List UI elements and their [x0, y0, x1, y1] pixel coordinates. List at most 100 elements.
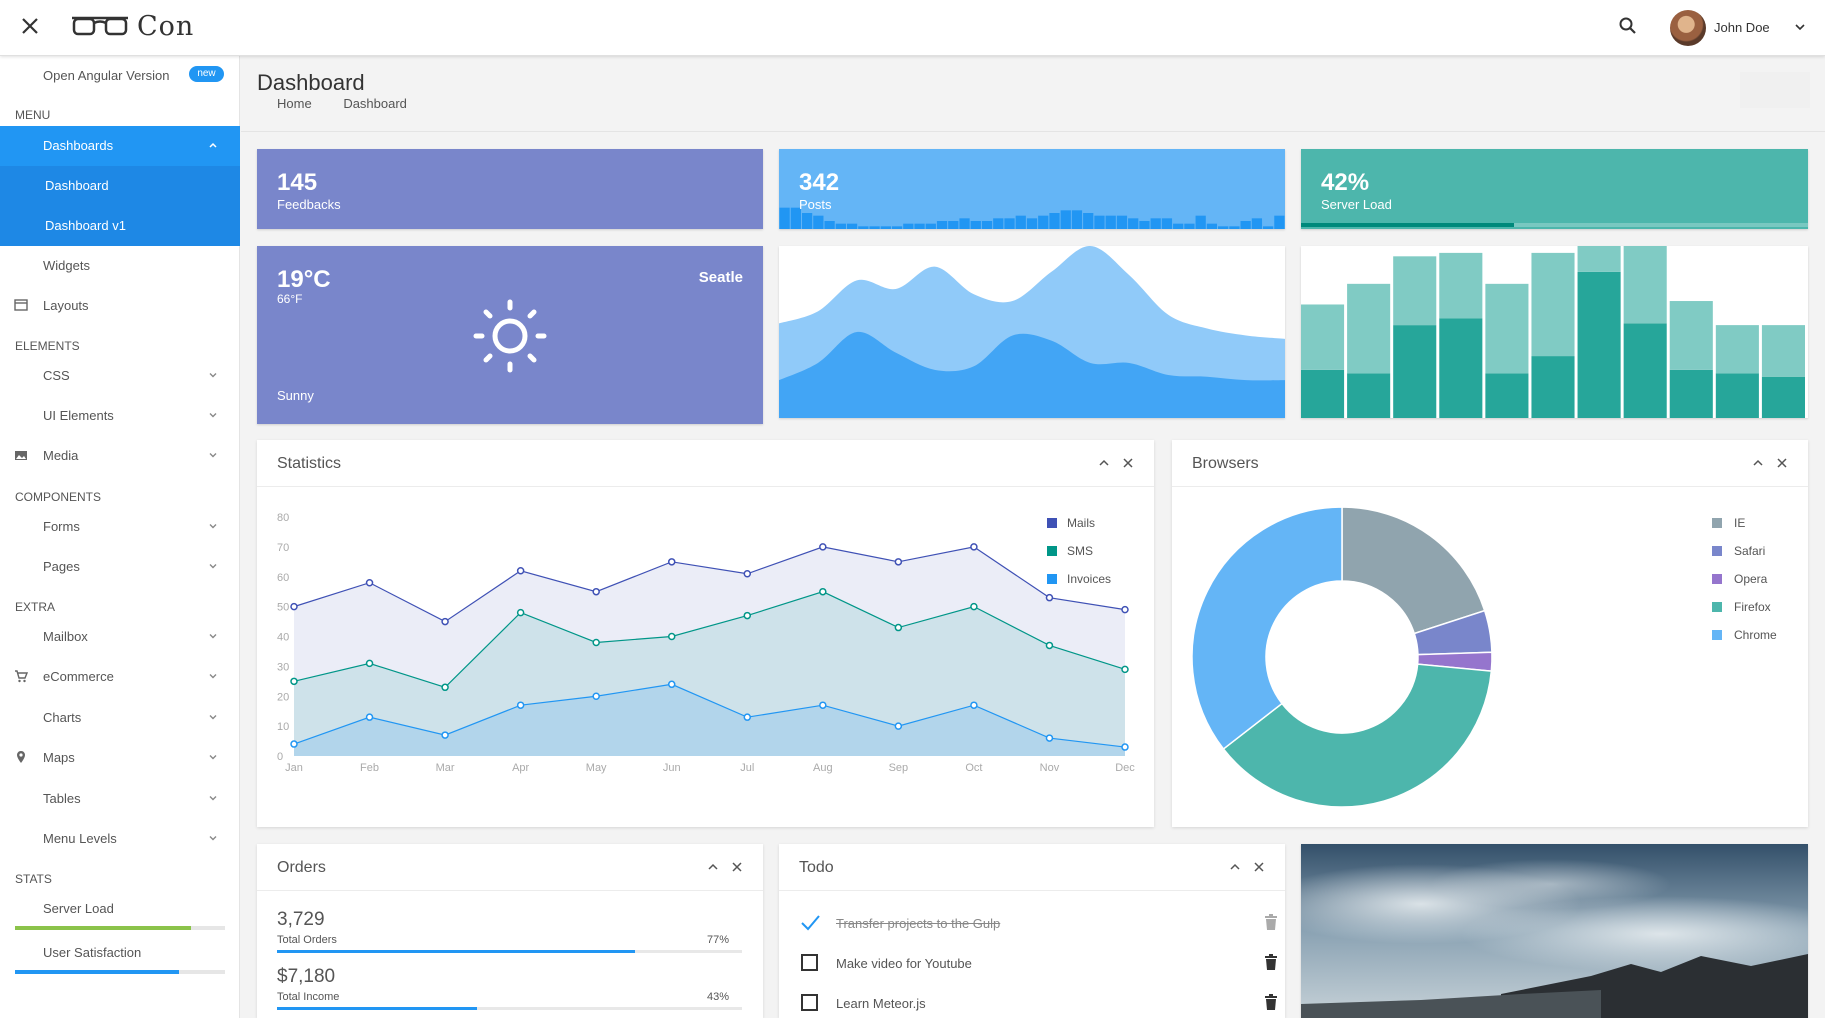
sidebar-item-tables[interactable]: Tables: [0, 779, 240, 819]
stacked-bar-segment: [1439, 252, 1483, 319]
collapse-icon[interactable]: [1229, 861, 1241, 873]
stacked-bars-tile: [1301, 246, 1808, 418]
sparkline-bar: [936, 221, 948, 229]
sidebar-item-label: Dashboard: [45, 178, 109, 193]
breadcrumb: Home Dashboard: [277, 96, 435, 111]
sidebar-item-charts[interactable]: Charts: [0, 698, 240, 738]
breadcrumb-home[interactable]: Home: [277, 96, 312, 111]
data-point: [1045, 593, 1054, 602]
sidebar-item-media[interactable]: Media: [0, 436, 240, 476]
sidebar-item-label: Forms: [43, 519, 80, 534]
legend-swatch: [1712, 630, 1722, 640]
todo-text: Transfer projects to the Gulp: [836, 916, 1001, 931]
sparkline-bar: [1049, 213, 1060, 229]
sidebar-item-label: UI Elements: [43, 408, 114, 423]
data-point: [970, 701, 978, 709]
trash-icon[interactable]: [1264, 954, 1278, 970]
trash-icon[interactable]: [1264, 994, 1278, 1010]
data-point: [894, 623, 903, 632]
landscape-photo: [1301, 844, 1808, 1018]
browsers-title: Browsers: [1192, 455, 1259, 472]
checkbox-icon[interactable]: [799, 952, 821, 974]
sidebar-item-pages[interactable]: Pages: [0, 547, 240, 587]
collapse-icon[interactable]: [1752, 457, 1764, 469]
data-point: [667, 632, 676, 641]
close-card-icon[interactable]: [1253, 861, 1265, 873]
sparkline-bar: [1026, 218, 1038, 229]
sidebar-item-menu-levels[interactable]: Menu Levels: [0, 819, 240, 859]
close-card-icon[interactable]: [1776, 457, 1788, 469]
sparkline-bar: [846, 223, 858, 229]
data-point: [441, 731, 449, 739]
todo-item[interactable]: Learn Meteor.js: [799, 986, 1284, 1018]
collapse-icon[interactable]: [707, 861, 719, 873]
search-icon[interactable]: [1618, 16, 1638, 36]
chevron-down-icon: [209, 674, 217, 679]
user-name[interactable]: John Doe: [1714, 20, 1770, 35]
chevron-down-icon[interactable]: [1794, 21, 1806, 33]
sidebar-item-angular[interactable]: Open Angular Version new: [0, 56, 240, 96]
close-card-icon[interactable]: [1122, 457, 1134, 469]
x-tick-label: Apr: [512, 762, 529, 774]
todo-item[interactable]: Transfer projects to the Gulp: [799, 906, 1284, 942]
collapse-icon[interactable]: [1098, 457, 1110, 469]
sidebar-item-ui-elements[interactable]: UI Elements: [0, 396, 240, 436]
close-card-icon[interactable]: [731, 861, 743, 873]
check-icon[interactable]: [799, 912, 821, 934]
sidebar-item-css[interactable]: CSS: [0, 356, 240, 396]
sidebar-item-forms[interactable]: Forms: [0, 507, 240, 547]
page-title: Dashboard: [257, 70, 365, 95]
sidebar-item-dashboards[interactable]: Dashboards: [0, 126, 240, 166]
data-point: [365, 713, 374, 721]
sparkline-bar: [1150, 218, 1161, 229]
sidebar-item-mailbox[interactable]: Mailbox: [0, 617, 240, 657]
glasses-logo-icon: [72, 16, 128, 36]
checkbox-icon[interactable]: [799, 992, 821, 1014]
todo-card: Todo Transfer projects to the Gulp Make v…: [779, 844, 1285, 1018]
sidebar-item-dashboard[interactable]: Dashboard: [0, 166, 240, 206]
data-point: [1121, 665, 1129, 674]
sparkline-bar: [835, 223, 846, 229]
chevron-down-icon: [209, 836, 217, 841]
sidebar-item-dashboard-v1[interactable]: Dashboard v1: [0, 206, 240, 246]
data-point: [667, 558, 676, 566]
sidebar-item-ecommerce[interactable]: eCommerce: [0, 657, 240, 697]
weather-condition: Sunny: [277, 388, 314, 403]
landscape-image: [1301, 844, 1808, 1018]
header-action-button[interactable]: [1740, 72, 1810, 108]
todo-item[interactable]: Make video for Youtube: [799, 946, 1284, 982]
chevron-down-icon: [209, 564, 217, 569]
sidebar-item-label: Tables: [43, 791, 81, 806]
data-point: [592, 587, 600, 596]
card-tools: [707, 860, 743, 878]
data-point: [516, 567, 525, 575]
x-tick-label: Dec: [1115, 762, 1135, 774]
user-avatar[interactable]: [1670, 10, 1706, 46]
sidebar-item-maps[interactable]: Maps: [0, 738, 240, 778]
sparkline-bar: [948, 221, 959, 229]
donut-slice-chrome: [1191, 506, 1343, 750]
close-icon[interactable]: [18, 14, 42, 38]
total-income-fill: [277, 1007, 477, 1010]
data-point: [970, 602, 978, 611]
card-tools: [1229, 860, 1265, 878]
server-load-label: Server Load: [1321, 197, 1392, 212]
sparkline-bar: [858, 226, 869, 229]
legend-label: Mails: [1067, 516, 1095, 530]
y-tick-label: 70: [277, 542, 289, 554]
data-point: [1045, 641, 1054, 650]
data-point: [819, 701, 827, 709]
sparkline-bar: [1083, 213, 1094, 229]
browsers-card: Browsers IE Safari Opera Firefox Chrome: [1172, 440, 1808, 827]
top-bar: Con John Doe: [0, 0, 1825, 56]
x-tick-label: Jul: [740, 762, 754, 774]
feedbacks-tile: 145 Feedbacks: [257, 149, 763, 229]
data-point: [894, 722, 903, 730]
todo-text: Learn Meteor.js: [836, 996, 926, 1011]
sidebar-item-widgets[interactable]: Widgets: [0, 246, 240, 286]
sidebar-item-layouts[interactable]: Layouts: [0, 286, 240, 326]
stacked-bar-segment: [1393, 325, 1437, 418]
trash-icon[interactable]: [1264, 914, 1278, 930]
stacked-bar-segment: [1577, 246, 1621, 272]
card-divider: [779, 890, 1285, 891]
